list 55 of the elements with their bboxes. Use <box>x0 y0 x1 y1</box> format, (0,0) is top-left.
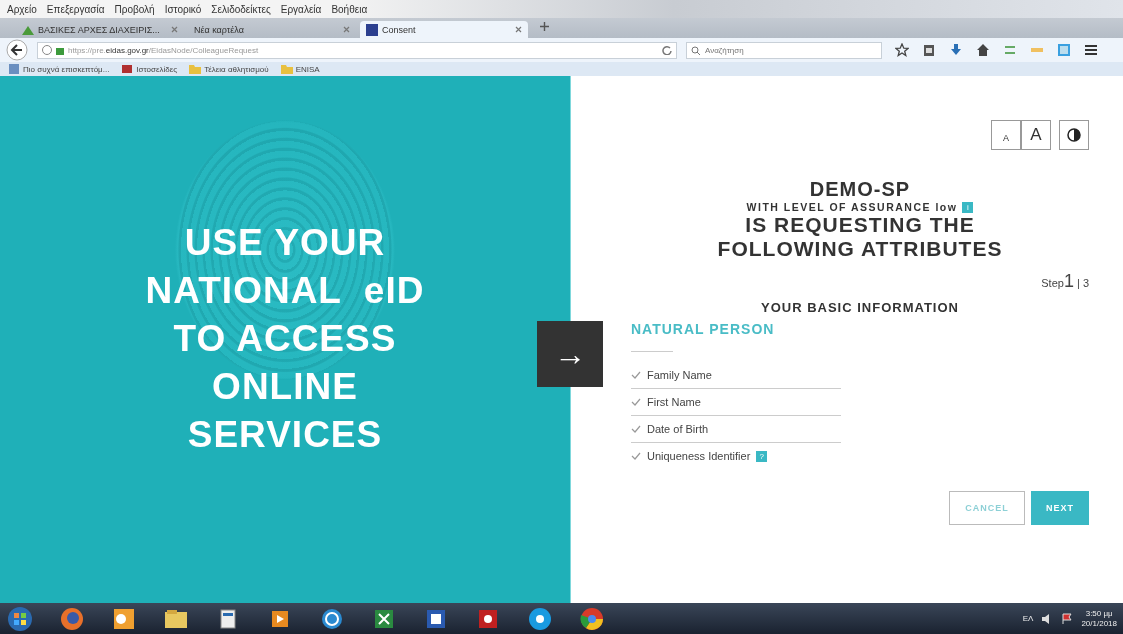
browser-tab[interactable]: ΒΑΣΙΚΕΣ ΑΡΧΕΣ ΔΙΑΧΕΙΡΙΣ... <box>16 21 184 38</box>
bookmark-link[interactable]: ENISA <box>280 63 320 75</box>
start-button-icon[interactable] <box>6 604 34 633</box>
text-size-button[interactable]: A <box>991 120 1021 150</box>
contrast-button[interactable] <box>1059 120 1089 150</box>
menu-icon[interactable] <box>1084 43 1098 57</box>
attribute-label: First Name <box>647 396 701 408</box>
star-icon[interactable] <box>895 43 909 57</box>
bookmark-link[interactable]: Πιο συχνά επισκεπτόμ... <box>8 63 110 75</box>
contrast-icon <box>1067 128 1081 142</box>
download-icon[interactable] <box>949 43 963 57</box>
text-size-button[interactable]: A <box>1021 120 1051 150</box>
menu-item[interactable]: Προβολή <box>113 3 156 15</box>
step-indicator: Step1 | 3 <box>1041 271 1089 292</box>
bookmark-link[interactable]: Τέλεια αθλητισμού <box>189 63 269 75</box>
menu-item[interactable]: Ιστορικό <box>163 3 203 15</box>
reload-icon <box>662 45 672 55</box>
section-heading: YOUR BASIC INFORMATION <box>761 300 959 315</box>
request-heading: IS REQUESTING THE FOLLOWING ATTRIBUTES <box>716 213 1004 261</box>
subsection-heading: NATURAL PERSON <box>631 321 776 337</box>
menu-item[interactable]: Επεξεργασία <box>45 3 106 15</box>
tab-label: Consent <box>382 24 417 35</box>
clock-time: 3:50 μμ <box>1085 608 1113 619</box>
assurance-text: WITH LEVEL OF ASSURANCE low <box>746 201 958 213</box>
bookmark-icon <box>121 63 134 75</box>
address-field[interactable]: https://pre.eidas.gov.gr/EidasNode/ColleagueRequest <box>37 41 677 59</box>
close-icon[interactable] <box>343 26 350 33</box>
search-icon <box>691 45 701 56</box>
arrow-button[interactable]: → <box>537 321 603 387</box>
home-icon[interactable] <box>976 43 990 57</box>
attribute-label: Date of Birth <box>647 423 709 435</box>
browser-tab[interactable]: Consent <box>360 21 528 38</box>
url-text: https://pre.eidas.gov.gr/EidasNode/ColleagueRequest <box>68 45 260 55</box>
attribute-label: Uniqueness Identifier <box>647 450 751 462</box>
square-icon[interactable] <box>1057 43 1071 57</box>
back-icon[interactable] <box>6 39 28 61</box>
menu-item[interactable]: Αρχείο <box>6 3 38 15</box>
tab-label: ΒΑΣΙΚΕΣ ΑΡΧΕΣ ΔΙΑΧΕΙΡΙΣ... <box>38 24 161 35</box>
close-icon[interactable] <box>171 26 178 33</box>
search-field[interactable]: Αναζήτηση <box>686 41 882 59</box>
bookmark-icon <box>8 63 20 75</box>
bookmark-link[interactable]: Ιστοσελίδες <box>121 63 178 75</box>
service-title: DEMO-SP <box>809 178 911 201</box>
tab-label: Νέα καρτέλα <box>194 24 245 35</box>
browser-tab[interactable]: Νέα καρτέλα <box>188 21 356 38</box>
menu-item[interactable]: Βοήθεια <box>330 3 369 15</box>
hero-heading: USE YOUR NATIONAL eID TO ACCESS ONLINE SERVICES <box>145 220 425 457</box>
menu-item[interactable]: Εργαλεία <box>279 3 323 15</box>
attribute-label: Family Name <box>647 369 712 381</box>
flag-icon <box>1061 612 1074 625</box>
close-icon[interactable] <box>515 26 522 33</box>
language-indicator[interactable]: ΕΛ <box>1022 614 1034 623</box>
menu-item[interactable]: Σελιδοδείκτες <box>210 3 272 15</box>
clock-date: 20/1/2018 <box>1081 618 1117 629</box>
favicon-icon <box>366 23 378 36</box>
